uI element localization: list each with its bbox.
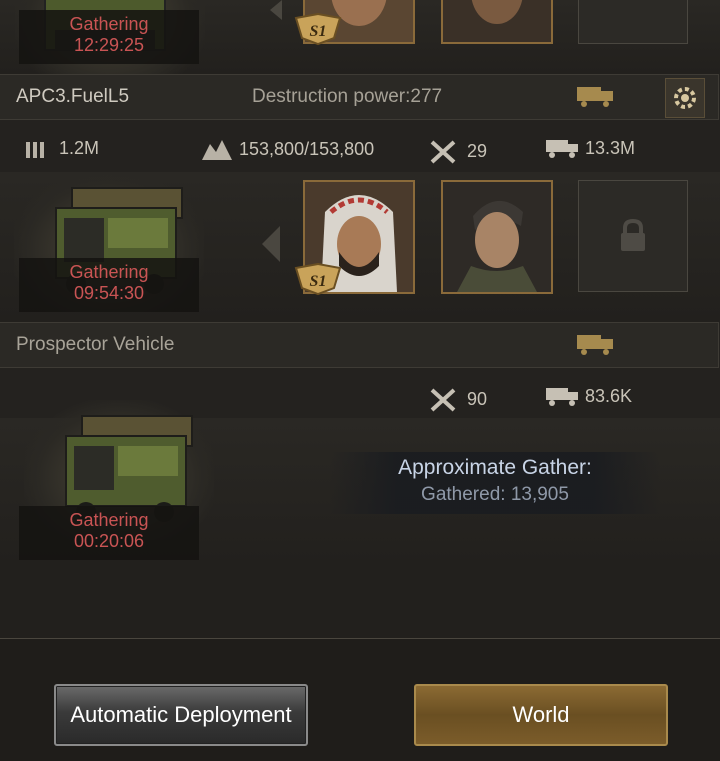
locked-slot-0 — [578, 0, 688, 44]
svg-text:S1: S1 — [310, 273, 327, 290]
hero-slot-1-2[interactable] — [441, 180, 553, 294]
hero-slot-0-2[interactable] — [441, 0, 553, 44]
ammo-value: 1.2M — [59, 138, 100, 158]
vehicle-titlebar-1: APC3.FuelL5 Destruction power:277 — [0, 74, 719, 120]
lock-icon — [621, 219, 645, 251]
gear-icon — [674, 87, 696, 109]
tools-icon — [430, 140, 456, 164]
tools-icon — [430, 388, 456, 412]
settings-button[interactable] — [665, 78, 705, 118]
gathering-status: Gathering — [69, 262, 149, 282]
capacity-value: 153,800/153,800 — [239, 138, 375, 159]
ammo-icon — [26, 142, 44, 159]
locked-slot-1 — [578, 180, 688, 292]
repair-stat: 90 — [428, 386, 487, 414]
s1-badge-icon: S1 — [294, 262, 342, 296]
gathering-timer: 12:29:25 — [73, 35, 145, 55]
vehicle-titlebar-2: Prospector Vehicle — [0, 322, 719, 368]
truck-icon — [577, 335, 613, 355]
repair-value: 29 — [467, 140, 488, 161]
vehicle-name: APC3.FuelL5 — [16, 86, 130, 107]
vehicle-name: Prospector Vehicle — [16, 334, 175, 355]
gathering-status: Gathering — [69, 14, 149, 34]
ammo-stat: 1.2M — [24, 138, 99, 160]
load-stat: 83.6K — [544, 386, 632, 408]
chevron-left-icon — [270, 0, 282, 20]
svg-text:S1: S1 — [310, 23, 327, 40]
transport-truck-icon — [546, 388, 578, 407]
approximate-gather-label: Approximate Gather: — [398, 456, 592, 479]
gathering-status: Gathering — [69, 510, 149, 530]
s1-badge-icon: S1 — [294, 12, 342, 46]
gathered-amount: Gathered: 13,905 — [421, 484, 569, 505]
capacity-stat: 153,800/153,800 — [200, 138, 374, 162]
truck-icon — [577, 87, 613, 107]
gathering-status-box-2: Gathering 00:20:06 — [19, 506, 199, 560]
automatic-deployment-button[interactable]: Automatic Deployment — [54, 684, 308, 746]
gathering-status-box-1: Gathering 09:54:30 — [19, 258, 199, 312]
load-stat: 13.3M — [544, 138, 635, 160]
destruction-power: Destruction power:277 — [252, 86, 443, 107]
s1-badge-0: S1 — [292, 12, 344, 51]
world-button[interactable]: World — [414, 684, 668, 746]
s1-badge-1: S1 — [292, 262, 344, 301]
approximate-gather-panel: Approximate Gather: Gathered: 13,905 — [330, 452, 660, 514]
gathering-status-box-0: Gathering 12:29:25 — [19, 10, 199, 64]
gathering-timer: 00:20:06 — [73, 531, 145, 551]
repair-value: 90 — [467, 388, 488, 409]
repair-stat: 29 — [428, 138, 487, 166]
hero-portrait — [443, 0, 551, 42]
load-value: 83.6K — [585, 386, 633, 406]
capacity-icon — [202, 140, 232, 160]
empty-panel — [0, 566, 720, 638]
chevron-left-icon[interactable] — [258, 224, 284, 264]
load-value: 13.3M — [585, 138, 636, 158]
transport-truck-icon — [546, 140, 578, 159]
hero-portrait-officer — [443, 182, 551, 292]
vehicle-stats-1: 1.2M 153,800/153,800 29 13.3M — [0, 126, 720, 170]
gathering-timer: 09:54:30 — [73, 283, 145, 303]
